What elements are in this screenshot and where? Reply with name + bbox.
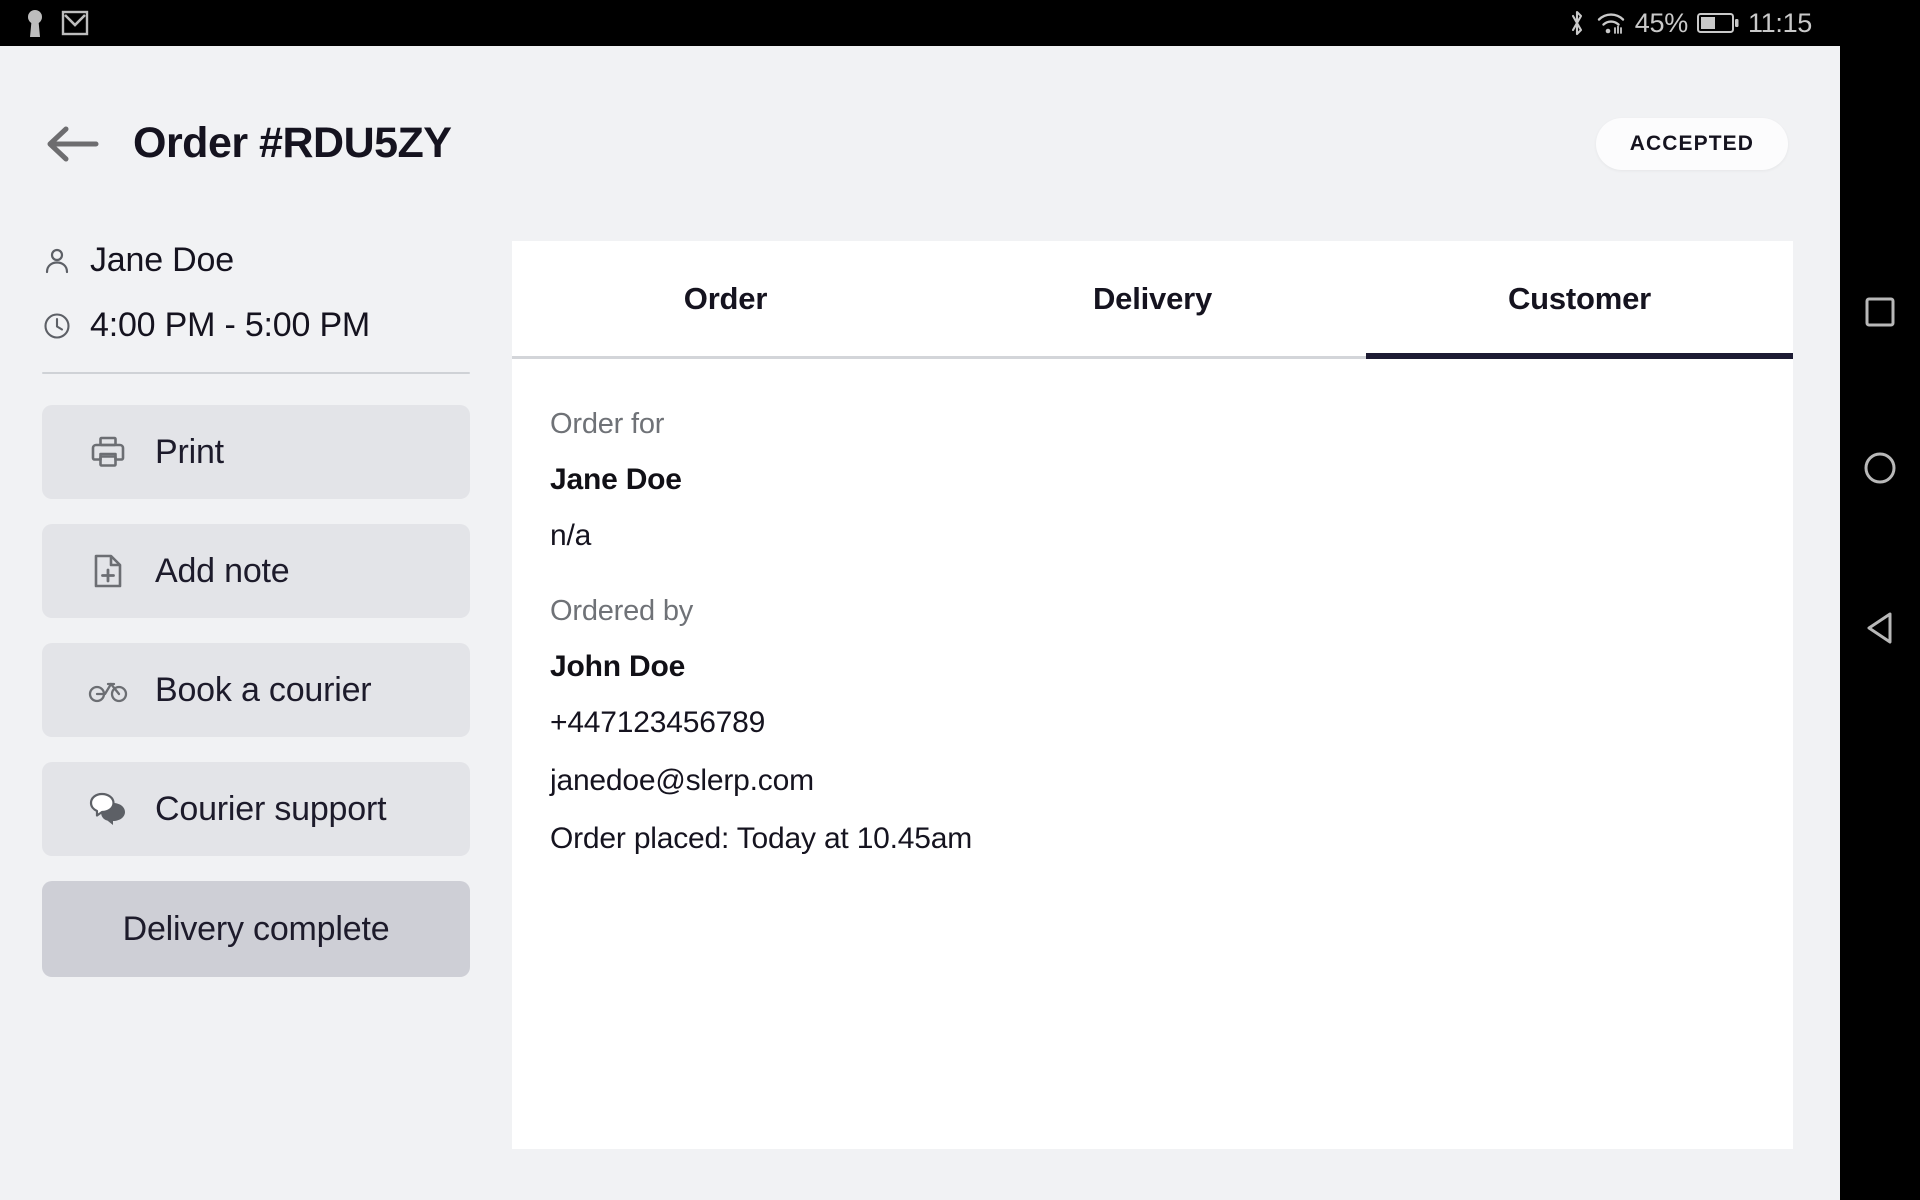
print-button-label: Print xyxy=(155,432,224,471)
customer-name-label: Jane Doe xyxy=(90,241,234,279)
book-courier-button[interactable]: Book a courier xyxy=(42,643,470,737)
tab-customer-label: Customer xyxy=(1507,280,1652,316)
page-body: Jane Doe 4:00 PM - 5:00 PM Print Add not… xyxy=(0,241,1840,1149)
status-bar-notifications xyxy=(24,8,90,38)
page-title: Order #RDU5ZY xyxy=(133,119,452,167)
order-sidebar: Jane Doe 4:00 PM - 5:00 PM Print Add not… xyxy=(0,241,512,1149)
note-add-icon xyxy=(88,553,128,589)
ordered-by-phone: +447123456789 xyxy=(550,706,766,739)
android-status-bar: 45% 11:15 xyxy=(0,0,1840,46)
wifi-icon xyxy=(1596,9,1626,37)
delivery-complete-button-label: Delivery complete xyxy=(122,909,390,948)
courier-support-button[interactable]: Courier support xyxy=(42,762,470,856)
chat-bubbles-icon xyxy=(88,792,128,826)
arrow-left-icon xyxy=(47,126,99,161)
tab-order[interactable]: Order xyxy=(512,241,939,356)
bicycle-icon xyxy=(88,677,128,703)
add-note-button[interactable]: Add note xyxy=(42,524,470,618)
person-icon xyxy=(42,247,72,275)
clock-label: 11:15 xyxy=(1747,7,1812,38)
ordered-by-name: John Doe xyxy=(550,650,686,683)
battery-icon xyxy=(1696,11,1739,35)
order-for-name: Jane Doe xyxy=(550,463,682,496)
gmail-icon xyxy=(60,8,90,38)
status-bar-indicators: 45% 11:15 xyxy=(1567,9,1812,37)
keyhole-icon xyxy=(24,8,46,38)
header-back-arrow-button[interactable] xyxy=(42,114,102,174)
back-button[interactable] xyxy=(1864,611,1896,645)
tab-delivery-label: Delivery xyxy=(1092,280,1213,316)
recents-button[interactable] xyxy=(1864,296,1896,328)
circle-icon xyxy=(1864,452,1896,484)
bluetooth-icon xyxy=(1567,9,1587,37)
tab-order-label: Order xyxy=(683,280,768,316)
time-slot-label: 4:00 PM - 5:00 PM xyxy=(90,306,371,344)
order-for-label: Order for xyxy=(550,408,665,440)
status-badge: ACCEPTED xyxy=(1595,117,1788,170)
add-note-button-label: Add note xyxy=(155,551,290,590)
ordered-by-label: Ordered by xyxy=(550,595,694,627)
customer-tab-panel: Order for Jane Doe n/a Ordered by John D… xyxy=(512,359,1793,856)
sidebar-divider xyxy=(42,372,470,374)
battery-percent-label: 45% xyxy=(1634,7,1688,38)
courier-support-button-label: Courier support xyxy=(155,789,387,828)
triangle-left-icon xyxy=(1867,612,1892,644)
printer-icon xyxy=(88,434,128,470)
order-for-group: Order for Jane Doe n/a xyxy=(550,408,1793,553)
device-frame: 45% 11:15 Order #RDU5ZY ACCEPTED Jane Do… xyxy=(0,0,1920,1200)
ordered-by-email: janedoe@slerp.com xyxy=(550,764,814,797)
print-button[interactable]: Print xyxy=(42,405,470,499)
order-placed-time: Order placed: Today at 10.45am xyxy=(550,822,973,855)
time-slot-row: 4:00 PM - 5:00 PM xyxy=(42,306,470,345)
square-icon xyxy=(1865,297,1895,327)
delivery-complete-button[interactable]: Delivery complete xyxy=(42,881,470,977)
android-navigation-bar xyxy=(1840,46,1920,1200)
customer-name-row: Jane Doe xyxy=(42,241,470,280)
app-surface: Order #RDU5ZY ACCEPTED Jane Doe 4:00 PM … xyxy=(0,46,1840,1200)
order-for-detail: n/a xyxy=(550,519,592,552)
tab-delivery[interactable]: Delivery xyxy=(939,241,1366,356)
home-button[interactable] xyxy=(1863,451,1897,485)
page-header: Order #RDU5ZY ACCEPTED xyxy=(0,46,1840,241)
book-courier-button-label: Book a courier xyxy=(155,670,372,709)
ordered-by-group: Ordered by John Doe +447123456789 janedo… xyxy=(550,595,1793,856)
order-tabs: Order Delivery Customer xyxy=(512,241,1793,359)
clock-icon xyxy=(42,312,72,340)
order-details-card: Order Delivery Customer Order for Jane D… xyxy=(512,241,1793,1149)
tab-customer[interactable]: Customer xyxy=(1366,241,1793,359)
